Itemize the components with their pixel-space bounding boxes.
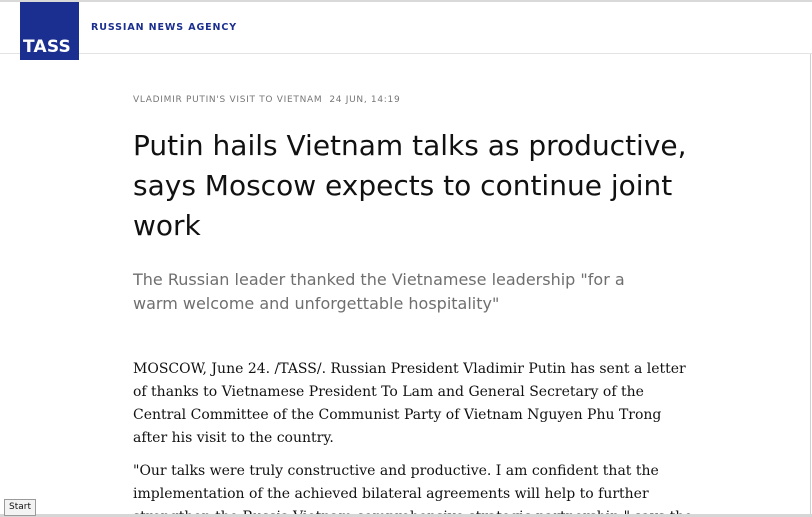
section-link[interactable]: VLADIMIR PUTIN'S VISIT TO VIETNAM	[133, 95, 322, 105]
site-header: RUSSIAN NEWS AGENCY	[0, 2, 812, 54]
agency-label[interactable]: RUSSIAN NEWS AGENCY	[91, 22, 237, 33]
article-body: MOSCOW, June 24. /TASS/. Russian Preside…	[133, 358, 693, 517]
article-meta: VLADIMIR PUTIN'S VISIT TO VIETNAM 24 JUN,…	[133, 95, 400, 105]
publish-date: 24 JUN, 14:19	[329, 95, 401, 105]
start-button[interactable]: Start	[4, 499, 36, 516]
tass-logo[interactable]: TASS	[20, 2, 79, 60]
logo-text: TASS	[23, 37, 71, 57]
article-paragraph: "Our talks were truly constructive and p…	[133, 463, 693, 517]
article-paragraph: MOSCOW, June 24. /TASS/. Russian Preside…	[133, 361, 686, 446]
page-scroll-edge	[810, 54, 811, 517]
article-headline: Putin hails Vietnam talks as productive,…	[133, 129, 687, 242]
article-subtitle: The Russian leader thanked the Vietnames…	[133, 270, 625, 313]
